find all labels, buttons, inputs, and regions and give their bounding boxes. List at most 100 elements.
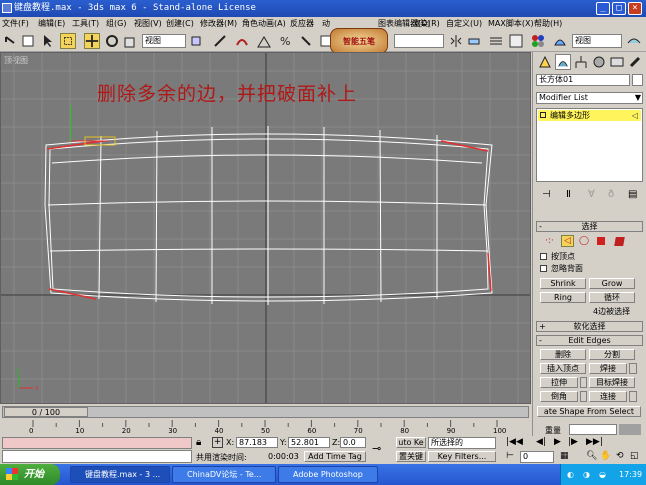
rollout-edit-edges[interactable]: - Edit Edges — [536, 335, 643, 346]
menu-tools[interactable]: 工具(T) — [72, 17, 99, 30]
object-name-field[interactable]: 长方体01 — [536, 74, 630, 86]
go-to-start-icon[interactable]: |◀◀ — [506, 437, 523, 447]
task-photoshop[interactable]: Adobe Photoshop — [278, 466, 378, 483]
menu-modifiers[interactable]: 修改器(M) — [200, 17, 237, 30]
rollout-soft-selection[interactable]: + 软化选择 — [536, 321, 643, 332]
align-icon[interactable] — [466, 33, 482, 49]
extrude-button[interactable]: 拉伸 — [540, 377, 578, 388]
display-tab-icon[interactable] — [609, 54, 625, 70]
wireframe-object[interactable] — [44, 126, 493, 305]
named-selection-set[interactable] — [394, 34, 444, 48]
polygon-level-icon[interactable] — [597, 237, 605, 245]
connect-button[interactable]: 连接 — [589, 391, 627, 402]
maxscript-input[interactable] — [2, 450, 192, 463]
stack-item-edit-poly[interactable]: 编辑多边形 ◁ — [538, 110, 641, 121]
lock-selection-icon[interactable]: 🔒︎ — [196, 437, 201, 448]
menu-create[interactable]: 创建(C) — [166, 17, 194, 30]
volume-icon[interactable]: ◐ — [567, 464, 574, 485]
chamfer-settings-button[interactable] — [580, 391, 587, 402]
connect-settings-button[interactable] — [629, 391, 637, 402]
time-slider[interactable]: 0 / 100 — [4, 407, 88, 417]
menu-help[interactable]: 帮助(H) — [534, 17, 562, 30]
target-weld-button[interactable]: 目标焊接 — [589, 377, 635, 388]
mirror-icon[interactable] — [448, 33, 464, 49]
absolute-mode-icon[interactable]: + — [212, 437, 223, 448]
weld-button[interactable]: 焊接 — [589, 363, 627, 374]
material-editor-icon[interactable] — [530, 33, 546, 49]
maximize-viewport-icon[interactable]: ◱ — [630, 451, 639, 461]
menu-file[interactable]: 文件(F) — [2, 17, 29, 30]
snap-toggle-icon[interactable] — [234, 33, 250, 49]
select-manipulate-icon[interactable] — [212, 33, 228, 49]
selected-edges[interactable] — [46, 140, 492, 300]
menu-rendering[interactable]: 渲染(R) — [412, 17, 440, 30]
go-to-end-icon[interactable]: ▶▶| — [586, 437, 603, 447]
selection-filter-dropdown[interactable]: 所选择的 — [428, 437, 496, 449]
select-link-icon[interactable] — [20, 33, 36, 49]
arc-rotate-icon[interactable]: ⟲ — [616, 451, 624, 461]
y-coordinate[interactable]: 52.801 — [288, 437, 330, 448]
create-tab-icon[interactable] — [537, 54, 553, 70]
key-filters-button[interactable]: Key Filters... — [428, 451, 496, 462]
render-scene-icon[interactable] — [552, 33, 568, 49]
menu-edit[interactable]: 编辑(E) — [38, 17, 65, 30]
ignore-backfacing-checkbox[interactable] — [540, 265, 547, 272]
select-object-icon[interactable] — [40, 33, 56, 49]
create-shape-button[interactable]: ate Shape From Select — [537, 406, 641, 417]
zoom-icon[interactable]: 🔍︎ — [586, 451, 597, 461]
menu-maxscript[interactable]: MAX脚本(X) — [488, 17, 534, 30]
insert-vertex-button[interactable]: 插入顶点 — [540, 363, 586, 374]
undo-icon[interactable] — [2, 33, 18, 49]
shrink-button[interactable]: Shrink — [540, 278, 586, 289]
element-level-icon[interactable] — [614, 237, 625, 246]
rollout-selection[interactable]: - 选择 — [536, 221, 643, 232]
top-viewport[interactable]: 顶视图 x y 删除多余的边，并把破面补上 — [0, 52, 531, 404]
quick-render-icon[interactable] — [626, 33, 642, 49]
menu-reactor[interactable]: 反应器 — [290, 17, 314, 30]
reference-coord-select[interactable]: 视图 — [142, 34, 186, 48]
spinner-snap-icon[interactable] — [298, 33, 314, 49]
panel-scrollbar[interactable] — [619, 424, 641, 435]
key-icon[interactable]: ⊸ — [372, 442, 381, 455]
time-config-icon[interactable]: ▦ — [560, 451, 569, 461]
menu-views[interactable]: 视图(V) — [134, 17, 162, 30]
rotate-icon[interactable] — [104, 33, 120, 49]
time-slider-track[interactable]: 0 / 100 — [2, 406, 529, 418]
modifier-stack[interactable]: 编辑多边形 ◁ — [536, 108, 643, 182]
current-frame-field[interactable]: 0 — [520, 451, 554, 463]
vertex-level-icon[interactable]: ·:· — [545, 236, 554, 246]
maximize-button[interactable]: □ — [612, 2, 626, 15]
by-vertex-checkbox[interactable] — [540, 253, 547, 260]
maxscript-listener[interactable] — [2, 437, 192, 449]
configure-sets-icon[interactable]: ▤ — [628, 189, 637, 200]
angle-snap-icon[interactable] — [256, 33, 272, 49]
task-chinadv-forum[interactable]: ChinaDV论坛 - Te... — [172, 466, 276, 483]
pan-icon[interactable]: ✋ — [600, 451, 611, 461]
x-coordinate[interactable]: 87.183 — [236, 437, 278, 448]
weld-settings-button[interactable] — [629, 363, 637, 374]
minimize-button[interactable]: _ — [596, 2, 610, 15]
split-button[interactable]: 分割 — [589, 349, 635, 360]
hierarchy-tab-icon[interactable] — [573, 54, 589, 70]
border-level-icon[interactable]: ◯ — [579, 236, 589, 246]
percent-snap-icon[interactable]: % — [278, 33, 294, 49]
menu-character[interactable]: 角色动画(A) — [242, 17, 286, 30]
add-time-tag-button[interactable]: Add Time Tag — [304, 451, 366, 462]
chamfer-button[interactable]: 倒角 — [540, 391, 578, 402]
layer-manager-icon[interactable] — [488, 33, 504, 49]
scale-icon[interactable] — [122, 33, 138, 49]
object-color-swatch[interactable] — [632, 74, 643, 86]
previous-frame-icon[interactable]: ◀| — [536, 437, 546, 447]
extrude-settings-button[interactable] — [580, 377, 587, 388]
motion-tab-icon[interactable] — [591, 54, 607, 70]
edge-level-icon[interactable]: ◁ — [561, 235, 574, 247]
pin-stack-icon[interactable]: ⊣ — [542, 189, 551, 200]
auto-key-button[interactable]: uto Ke — [396, 437, 426, 448]
set-key-button[interactable]: 置关键 — [396, 451, 426, 462]
remove-button[interactable]: 删除 — [540, 349, 586, 360]
utilities-tab-icon[interactable] — [627, 54, 643, 70]
move-icon[interactable] — [84, 33, 100, 49]
menu-group[interactable]: 组(G) — [106, 17, 126, 30]
weight-field[interactable] — [569, 424, 617, 435]
key-mode-icon[interactable]: ⊢ — [506, 451, 514, 461]
